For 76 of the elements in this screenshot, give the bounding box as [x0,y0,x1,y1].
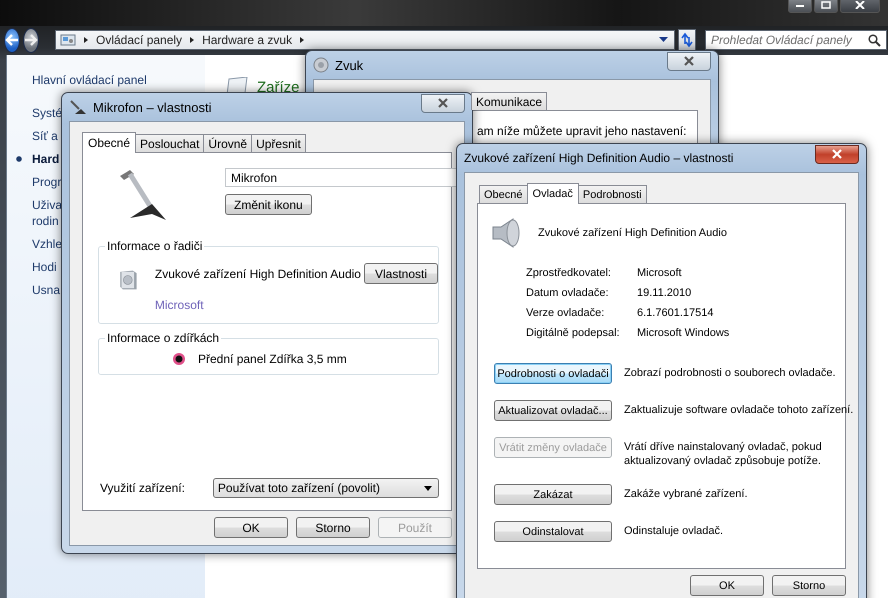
tab[interactable]: Obecné [479,185,528,203]
close-button[interactable] [667,52,711,70]
close-button[interactable] [421,94,465,112]
maximize-icon [821,0,831,8]
property-value: Microsoft [637,267,683,279]
close-icon [683,56,695,66]
tab[interactable]: Úrovně [203,134,252,152]
refresh-button[interactable] [678,29,696,51]
tab[interactable]: Obecné [82,132,136,153]
dropdown-caret-icon[interactable] [659,37,668,43]
chevron-icon [298,36,306,44]
device-name: Zvukové zařízení High Definition Audio [538,227,727,239]
usage-dropdown[interactable]: Používat toto zařízení (povolit) [212,478,439,498]
jack-label: Přední panel Zdířka 3,5 mm [198,352,347,366]
chevron-icon [188,36,196,44]
dialog-button[interactable]: Storno [772,575,846,596]
arrow-right-icon [24,34,38,46]
search-icon [868,34,881,46]
minimize-button[interactable] [788,0,812,13]
action-description: Zakáže vybrané zařízení. [624,487,749,501]
speaker-icon [491,217,521,249]
tab[interactable]: Poslouchat [135,134,204,152]
dialog-button[interactable]: OK [690,575,764,596]
properties-button[interactable]: Vlastnosti [364,263,438,284]
tab[interactable]: Podrobnosti [578,185,647,203]
section-heading: Zaříze [257,78,300,96]
search-field[interactable]: Prohledat Ovládací panely [705,30,887,50]
dropdown-caret-icon [424,486,432,490]
property-value: 19.11.2010 [637,287,692,299]
close-icon [831,149,843,159]
driver-action-button[interactable]: Aktualizovat ovladač... [494,400,612,421]
microphone-icon [69,99,87,115]
instruction-text: am níže můžete upravit jeho nastavení: [477,124,688,138]
chevron-icon [82,36,90,44]
driver-action-button[interactable]: Odinstalovat [494,521,612,542]
driver-action-button[interactable]: Zakázat [494,484,612,505]
group-title: Informace o zdířkách [105,331,222,345]
window-title: Zvukové zařízení High Definition Audio – vlastnosti [464,151,734,165]
arrow-left-icon [5,34,19,46]
device-name: Zvukové zařízení High Definition Audio [154,266,361,280]
control-panel-icon [60,33,76,47]
property-value: Microsoft Windows [637,327,730,339]
forward-button[interactable] [23,28,39,52]
action-description: Zaktualizuje software ovladače tohoto zařízení. [624,403,854,417]
back-button[interactable] [4,28,20,52]
close-button[interactable] [840,0,880,13]
close-icon [854,0,866,8]
window-title: Mikrofon – vlastnosti [93,100,212,114]
property-label: Verze ovladače: [526,307,606,319]
action-description: Zobrazí podrobnosti o souborech ovladače. [624,366,837,380]
dialog-button[interactable]: OK [214,517,288,538]
property-label: Zprostředkovatel: [526,267,612,279]
refresh-icon [679,32,695,48]
breadcrumb[interactable]: Ovládací panely [96,33,182,47]
property-label: Datum ovladače: [526,287,610,299]
speaker-icon [313,57,329,73]
maximize-button[interactable] [814,0,838,13]
action-description: Odinstaluje ovladač. [624,524,724,538]
tab[interactable]: Ovladač [526,183,579,204]
group-title: Informace o řadiči [105,239,204,253]
tab[interactable]: Upřesnit [251,134,306,152]
action-description: Vrátí dříve nainstalovaný ovladač, pokud aktualizovaný ovladač způsobuje potíže. [624,440,823,468]
manufacturer-text: Microsoft [154,298,204,312]
dialog-button[interactable]: Storno [296,517,370,538]
close-button[interactable] [815,144,859,164]
driver-action-button[interactable]: Podrobnosti o ovladači [494,363,612,384]
close-icon [437,98,449,108]
nav-item[interactable]: Hlavní ovládací panel [15,72,205,88]
usage-label: Využití zařízení: [100,481,185,495]
window-title: Zvuk [335,58,364,72]
tab[interactable]: Komunikace [471,92,548,110]
property-label: Digitálně podepsal: [526,327,621,339]
address-bar[interactable]: Ovládací panely Hardware a zvuk [55,30,675,50]
change-icon-button[interactable]: Změnit ikonu [225,194,312,215]
property-value: 6.1.7601.17514 [637,307,714,319]
breadcrumb[interactable]: Hardware a zvuk [202,33,292,47]
